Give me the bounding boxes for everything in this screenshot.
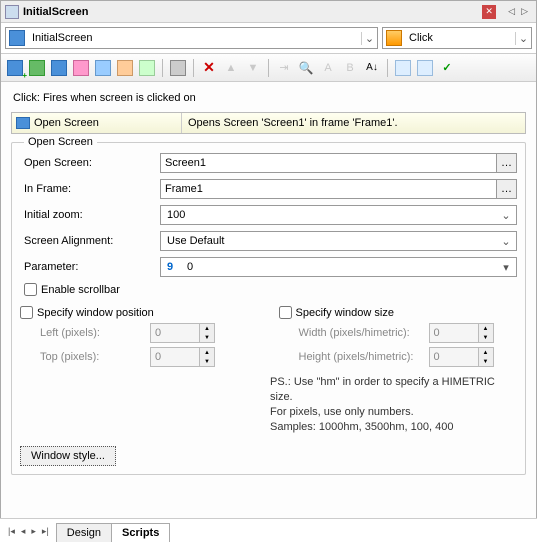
left-input — [150, 323, 200, 343]
toolbar: ✕ ▲ ▼ ⇥ 🔍 A B A↓ ✓ — [1, 54, 536, 82]
hint-text: PS.: Use "hm" in order to specify a HIME… — [270, 375, 517, 434]
tab-scripts[interactable]: Scripts — [111, 523, 170, 542]
event-description: Click: Fires when screen is clicked on — [11, 90, 526, 112]
parameter-select[interactable]: 9 0 ▾ — [160, 257, 517, 277]
chevron-down-icon[interactable]: ⌄ — [361, 32, 377, 45]
spin-up-button: ▲ — [479, 324, 493, 333]
tool-a-button[interactable]: A — [318, 58, 338, 78]
browse-button[interactable]: … — [497, 153, 517, 173]
prev-button[interactable]: ◂ — [19, 524, 28, 539]
spin-down-button: ▼ — [200, 357, 214, 366]
copy-button[interactable] — [393, 58, 413, 78]
last-button[interactable]: ▸| — [40, 524, 51, 539]
titlebar: InitialScreen ✕ ◁ ▷ — [1, 1, 536, 23]
spin-up-button: ▲ — [200, 348, 214, 357]
content-area: Click: Fires when screen is clicked on O… — [1, 82, 536, 524]
tool-4-button[interactable] — [71, 58, 91, 78]
tool-5-button[interactable] — [93, 58, 113, 78]
tool-6-button[interactable] — [115, 58, 135, 78]
tool-3-button[interactable] — [49, 58, 69, 78]
fieldset-legend: Open Screen — [24, 136, 97, 148]
lightning-icon — [386, 30, 402, 46]
print-button[interactable] — [168, 58, 188, 78]
spin-down-button: ▼ — [479, 333, 493, 342]
width-label: Width (pixels/himetric): — [299, 327, 429, 339]
paste-button[interactable] — [415, 58, 435, 78]
screen-icon — [9, 30, 25, 46]
close-button[interactable]: ✕ — [482, 5, 496, 19]
enable-scrollbar-checkbox[interactable] — [24, 283, 37, 296]
add-screen-button[interactable] — [5, 58, 25, 78]
initial-zoom-select[interactable]: 100 ⌄ — [160, 205, 517, 225]
chevron-down-icon[interactable]: ⌄ — [498, 235, 514, 248]
left-label: Left (pixels): — [40, 327, 150, 339]
open-screen-label: Open Screen: — [20, 157, 160, 169]
enable-scrollbar-label: Enable scrollbar — [41, 284, 120, 296]
next-arrow-icon[interactable]: ▷ — [521, 6, 528, 17]
chevron-down-icon[interactable]: ⌄ — [498, 209, 514, 222]
width-input — [429, 323, 479, 343]
parameter-label: Parameter: — [20, 261, 160, 273]
selector-bar: InitialScreen ⌄ Click ⌄ — [1, 23, 536, 54]
spin-down-button: ▼ — [479, 357, 493, 366]
browse-button[interactable]: … — [497, 179, 517, 199]
object-dropdown-text: InitialScreen — [28, 32, 361, 44]
window-title: InitialScreen — [23, 6, 478, 18]
tool-b-button[interactable]: B — [340, 58, 360, 78]
action-row[interactable]: Open Screen Opens Screen 'Screen1' in fr… — [11, 112, 526, 134]
bottom-tab-bar: |◂ ◂ ▸ ▸| Design Scripts — [0, 518, 537, 544]
find-button[interactable]: 🔍 — [296, 58, 316, 78]
sort-button[interactable]: A↓ — [362, 58, 382, 78]
screen-alignment-select[interactable]: Use Default ⌄ — [160, 231, 517, 251]
tool-2-button[interactable] — [27, 58, 47, 78]
event-dropdown-text: Click — [405, 32, 515, 44]
prev-arrow-icon[interactable]: ◁ — [508, 6, 515, 17]
move-down-button[interactable]: ▼ — [243, 58, 263, 78]
window-icon — [5, 5, 19, 19]
object-dropdown[interactable]: InitialScreen ⌄ — [5, 27, 378, 49]
tab-design[interactable]: Design — [56, 523, 112, 542]
specify-position-label: Specify window position — [37, 307, 154, 319]
screen-alignment-label: Screen Alignment: — [20, 235, 160, 247]
top-input — [150, 347, 200, 367]
height-input — [429, 347, 479, 367]
action-name: Open Screen — [34, 117, 99, 129]
in-frame-input[interactable] — [160, 179, 497, 199]
initial-zoom-label: Initial zoom: — [20, 209, 160, 221]
open-screen-input[interactable] — [160, 153, 497, 173]
indent-button[interactable]: ⇥ — [274, 58, 294, 78]
first-button[interactable]: |◂ — [6, 524, 17, 539]
spin-down-button: ▼ — [200, 333, 214, 342]
next-button[interactable]: ▸ — [29, 524, 38, 539]
event-dropdown[interactable]: Click ⌄ — [382, 27, 532, 49]
specify-position-checkbox[interactable] — [20, 306, 33, 319]
specify-size-checkbox[interactable] — [279, 306, 292, 319]
window-style-button[interactable]: Window style... — [20, 446, 116, 466]
specify-size-label: Specify window size — [296, 307, 394, 319]
top-label: Top (pixels): — [40, 351, 150, 363]
delete-button[interactable]: ✕ — [199, 58, 219, 78]
spin-up-button: ▲ — [479, 348, 493, 357]
check-button[interactable]: ✓ — [437, 58, 457, 78]
height-label: Height (pixels/himetric): — [299, 351, 429, 363]
move-up-button[interactable]: ▲ — [221, 58, 241, 78]
in-frame-label: In Frame: — [20, 183, 160, 195]
chevron-down-icon[interactable]: ▾ — [498, 261, 514, 274]
open-screen-fieldset: Open Screen Open Screen: … In Frame: … I… — [11, 142, 526, 475]
action-description: Opens Screen 'Screen1' in frame 'Frame1'… — [182, 117, 398, 129]
screen-icon — [16, 117, 30, 129]
tool-7-button[interactable] — [137, 58, 157, 78]
chevron-down-icon[interactable]: ⌄ — [515, 32, 531, 45]
spin-up-button: ▲ — [200, 324, 214, 333]
parameter-icon: 9 — [167, 261, 179, 273]
